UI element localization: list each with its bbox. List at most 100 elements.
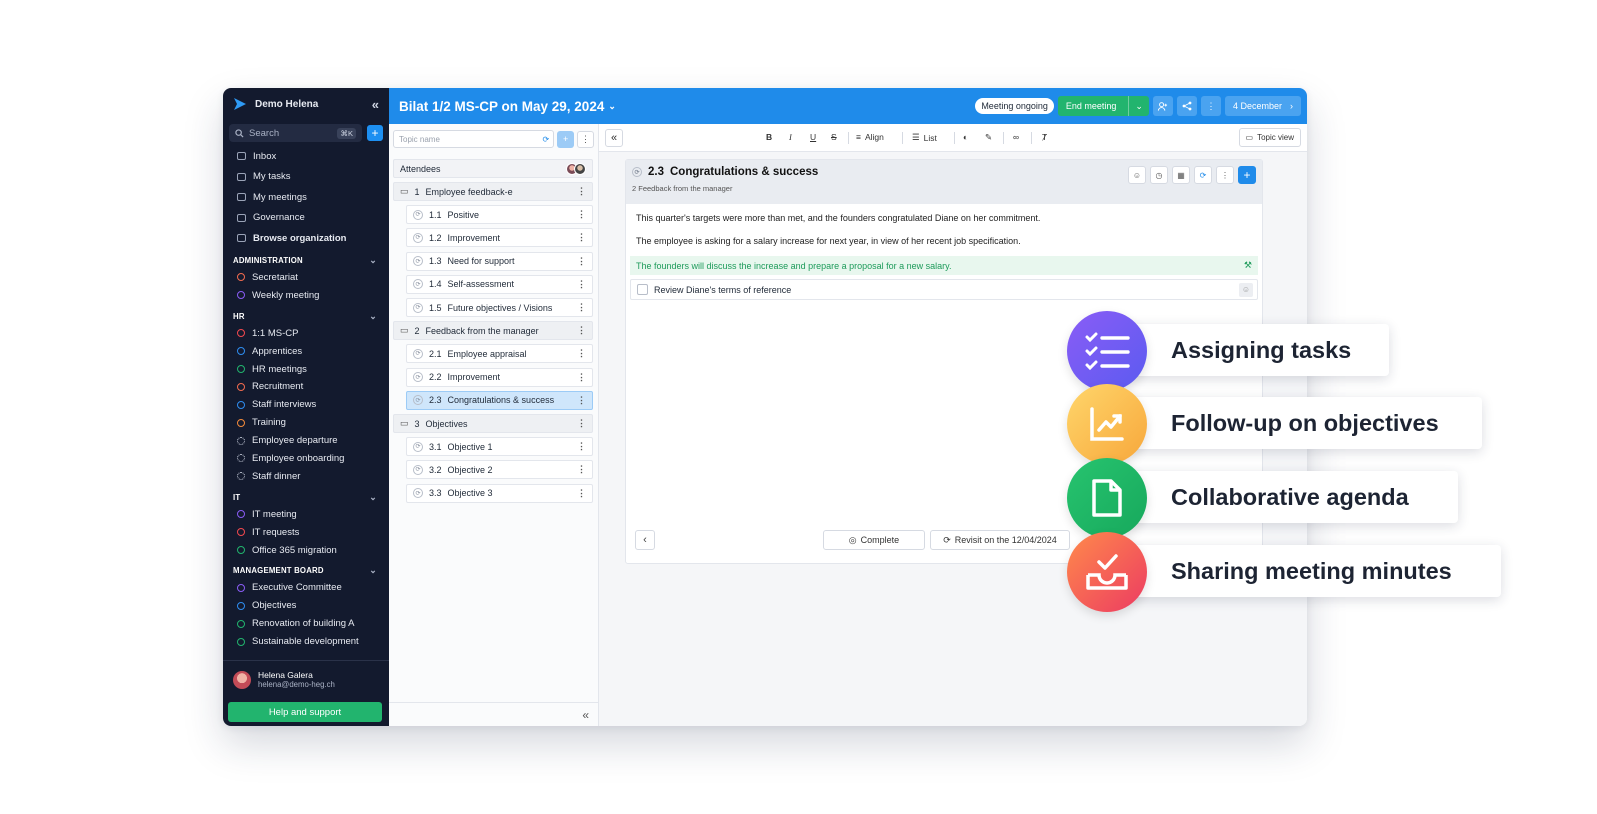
topic-more-icon[interactable]: ⋮ [1216,166,1234,184]
topic-more-icon[interactable]: ⋮ [577,325,592,336]
sidebar-group-item[interactable]: HR meetings [223,360,389,378]
sidebar-item-browse-organization[interactable]: Browse organization [223,228,389,249]
more-icon[interactable]: ⋮ [1200,96,1221,116]
sidebar-group-item[interactable]: Objectives [223,597,389,615]
assignee-icon[interactable]: ☺ [1239,282,1253,297]
end-meeting-button[interactable]: End meeting ⌄ [1057,96,1149,116]
topic-row[interactable]: ⟳ 2.2 Improvement ⋮ [406,367,593,387]
sidebar-group-item[interactable]: Sustainable development [223,633,389,651]
topic-more-icon[interactable]: ⋮ [577,186,592,197]
attendees-row[interactable]: Attendees [393,159,593,178]
refresh-icon[interactable]: ⟳ [542,135,553,144]
sidebar-item-inbox[interactable]: Inbox [223,146,389,167]
revisit-button[interactable]: ⟳ Revisit on the 12/04/2024 [930,530,1070,550]
sidebar-item-my-tasks[interactable]: My tasks [223,167,389,188]
section-header[interactable]: MANAGEMENT BOARD ⌄ [223,563,389,579]
help-button[interactable]: Help and support [228,702,382,722]
sidebar-group-item[interactable]: Executive Committee [223,579,389,597]
topic-more-icon[interactable]: ⋮ [577,209,592,220]
topic-row[interactable]: ⟳ 3.2 Objective 2 ⋮ [406,460,593,480]
topic-group-row[interactable]: ▭ 1 Employee feedback-e ⋮ [393,182,593,201]
assign-user-icon[interactable]: ☺ [1128,166,1146,184]
sidebar-group-item[interactable]: Weekly meeting [223,286,389,304]
add-item-button[interactable]: + [1238,166,1256,184]
sidebar-group-item[interactable]: 1:1 MS-CP [223,324,389,342]
sidebar-group-item[interactable]: Secretariat [223,269,389,287]
add-topic-button[interactable]: + [557,130,575,148]
align-button[interactable]: ≡ Align [856,132,884,142]
sidebar-group-item[interactable]: IT requests [223,523,389,541]
note-paragraph[interactable]: The employee is asking for a salary incr… [636,236,1021,246]
sidebar-group-item[interactable]: Recruitment [223,378,389,396]
topic-more-icon[interactable]: ⋮ [577,130,594,148]
search-input[interactable]: Search ⌘K [229,124,362,142]
topic-row[interactable]: ⟳ 2.3 Congratulations & success ⋮ [406,390,593,410]
sidebar-group-item[interactable]: Employee onboarding [223,450,389,468]
add-participant-icon[interactable] [1152,96,1173,116]
note-paragraph[interactable]: This quarter's targets were more than me… [636,213,1040,223]
chevron-down-icon[interactable]: ⌄ [1128,96,1149,116]
topic-more-icon[interactable]: ⋮ [577,418,592,429]
underline-icon[interactable]: U [810,132,816,142]
topic-row[interactable]: ⟳ 3.3 Objective 3 ⋮ [406,483,593,503]
color-icon[interactable]: ◐ [963,132,968,142]
topic-row[interactable]: ⟳ 3.1 Objective 1 ⋮ [406,437,593,457]
section-header[interactable]: IT ⌄ [223,489,389,505]
highlight-icon[interactable]: ✎ [985,132,992,143]
topic-group-row[interactable]: ▭ 2 Feedback from the manager ⋮ [393,321,593,341]
meeting-title[interactable]: Bilat 1/2 MS-CP on May 29, 2024 ⌄ [399,99,616,114]
sidebar-group-item[interactable]: Staff interviews [223,396,389,414]
topic-more-icon[interactable]: ⋮ [577,464,592,475]
link-icon[interactable]: ∞ [1013,132,1019,142]
topic-more-icon[interactable]: ⋮ [577,488,592,499]
strikethrough-icon[interactable]: S [831,132,837,142]
sidebar-group-item[interactable]: IT meeting [223,505,389,523]
user-profile[interactable]: Helena Galera helena@demo-heg.ch [223,660,389,698]
sidebar-item-governance[interactable]: Governance [223,208,389,229]
complete-button[interactable]: ◎ Complete [823,530,925,550]
sidebar-group-item[interactable]: Staff dinner [223,467,389,485]
topic-more-icon[interactable]: ⋮ [577,348,592,359]
sidebar-group-item[interactable]: Apprentices [223,342,389,360]
topic-row[interactable]: ⟳ 1.1 Positive ⋮ [406,205,593,225]
list-button[interactable]: ☰ List [912,132,937,143]
topic-more-icon[interactable]: ⋮ [577,279,592,290]
add-button[interactable]: + [367,125,383,141]
org-header[interactable]: Demo Helena « [223,88,389,120]
decision-item[interactable]: The founders will discuss the increase a… [630,256,1258,275]
sidebar-group-item[interactable]: Employee departure [223,432,389,450]
topic-name-input[interactable]: Topic name ⟳ [393,130,555,148]
clear-format-icon[interactable]: Ⱦ [1042,132,1047,142]
collapse-panel-icon[interactable]: « [605,129,623,147]
sidebar-group-item[interactable]: Training [223,414,389,432]
section-header[interactable]: ADMINISTRATION ⌄ [223,253,389,269]
section-header[interactable]: HR ⌄ [223,308,389,324]
next-meeting-button[interactable]: 4 December › [1224,96,1301,116]
topic-group-row[interactable]: ▭ 3 Objectives ⋮ [393,414,593,433]
topic-row[interactable]: ⟳ 1.2 Improvement ⋮ [406,228,593,248]
italic-icon[interactable]: I [789,132,792,142]
topic-more-icon[interactable]: ⋮ [577,232,592,243]
topic-more-icon[interactable]: ⋮ [577,372,592,383]
topic-row[interactable]: ⟳ 1.3 Need for support ⋮ [406,251,593,271]
topic-more-icon[interactable]: ⋮ [577,256,592,267]
collapse-topics-icon[interactable]: « [389,702,599,726]
bold-icon[interactable]: B [766,132,772,142]
topic-more-icon[interactable]: ⋮ [577,302,592,313]
topic-more-icon[interactable]: ⋮ [577,395,592,406]
previous-topic-button[interactable]: ‹ [635,530,655,550]
collapse-sidebar-icon[interactable]: « [372,97,379,112]
task-checkbox[interactable] [637,284,648,295]
calendar-icon[interactable]: ▦ [1172,166,1190,184]
topic-more-icon[interactable]: ⋮ [577,441,592,452]
topic-row[interactable]: ⟳ 1.5 Future objectives / Visions ⋮ [406,298,593,317]
topic-row[interactable]: ⟳ 1.4 Self-assessment ⋮ [406,274,593,294]
topic-view-button[interactable]: ▭ Topic view [1238,128,1301,147]
share-icon[interactable] [1176,96,1197,116]
sidebar-group-item[interactable]: Office 365 migration [223,541,389,559]
task-item[interactable]: Review Diane's terms of reference ☺ [630,279,1258,300]
topic-row[interactable]: ⟳ 2.1 Employee appraisal ⋮ [406,344,593,364]
sidebar-group-item[interactable]: Renovation of building A [223,615,389,633]
topic-title[interactable]: Congratulations & success [670,166,818,178]
sidebar-item-my-meetings[interactable]: My meetings [223,187,389,208]
